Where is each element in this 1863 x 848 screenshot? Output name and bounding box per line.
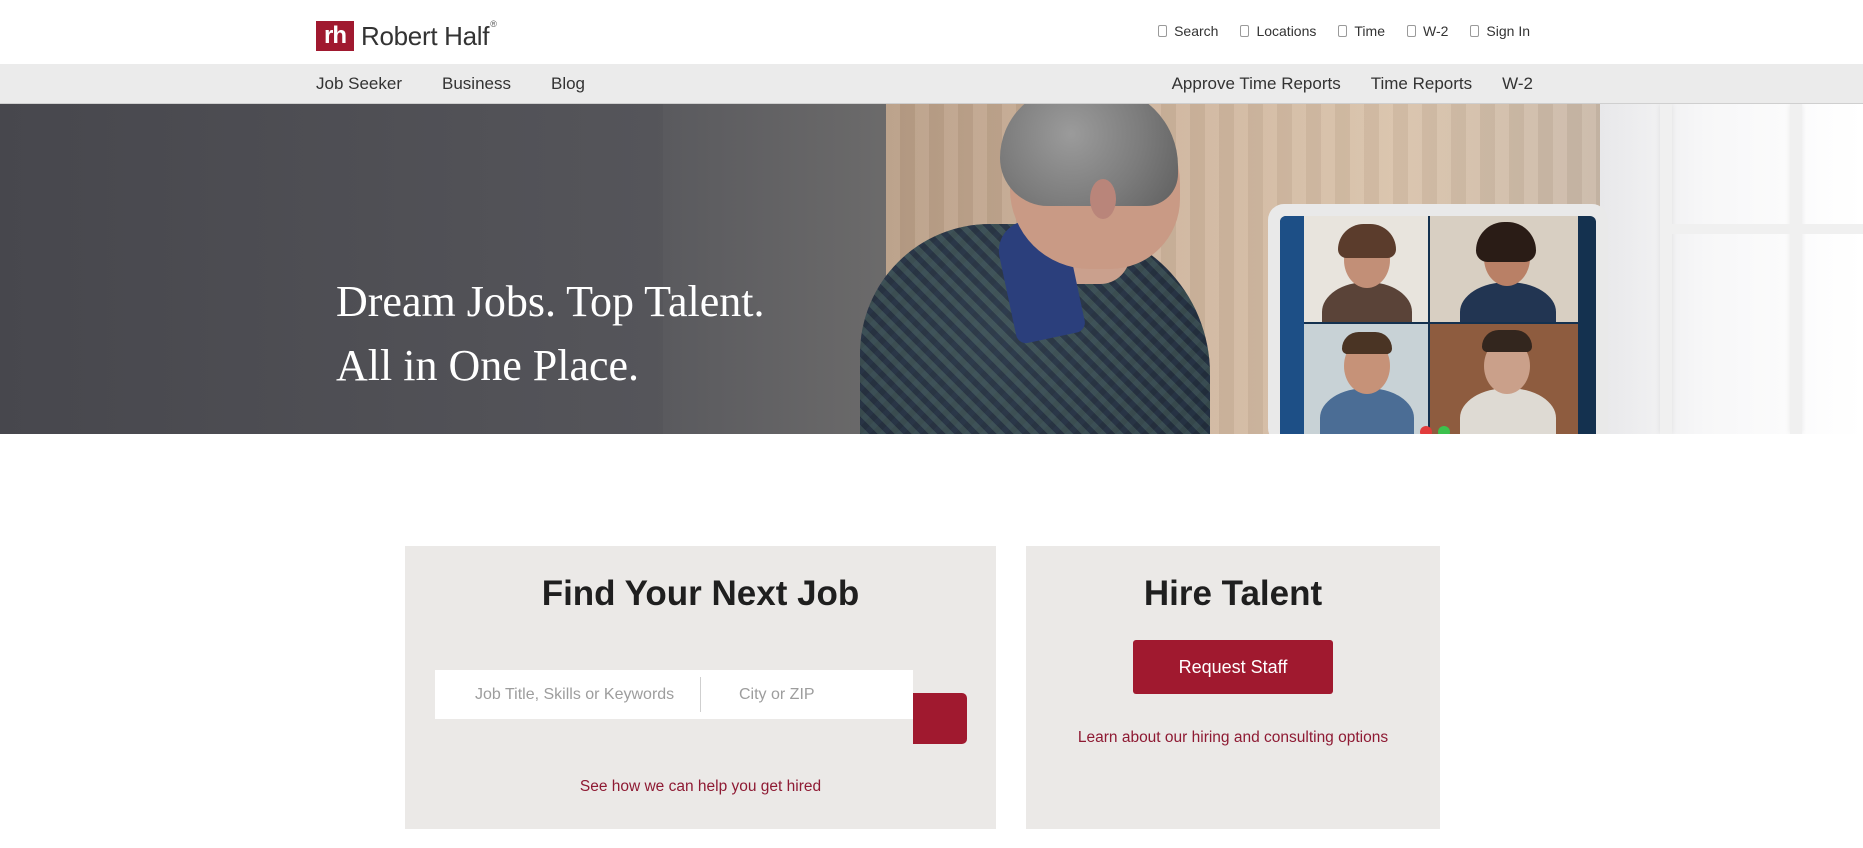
hire-talent-card: Hire Talent Request Staff Learn about ou… — [1026, 546, 1440, 829]
logo-wordmark: Robert Half® — [361, 18, 497, 51]
utility-w2-label: W-2 — [1422, 23, 1449, 39]
hero-headline-line-2: All in One Place. — [336, 341, 640, 390]
nav-blog[interactable]: Blog — [551, 74, 585, 94]
utility-search-link[interactable]: Search — [1158, 23, 1218, 39]
utility-time-label: Time — [1354, 23, 1385, 39]
search-icon — [1158, 25, 1168, 37]
clock-icon — [1338, 25, 1348, 37]
hero-person-hair — [1000, 104, 1178, 206]
window-frame — [1660, 224, 1863, 234]
utility-sign-in-link[interactable]: Sign In — [1470, 23, 1530, 39]
hero-window — [1600, 104, 1863, 434]
utility-time-link[interactable]: Time — [1338, 23, 1385, 39]
document-icon — [1406, 25, 1416, 37]
main-nav-left: Job Seeker Business Blog — [316, 64, 625, 104]
video-call-screen — [1280, 216, 1596, 434]
hiring-options-link[interactable]: Learn about our hiring and consulting op… — [1026, 729, 1440, 747]
video-participant-tile — [1430, 324, 1578, 434]
top-header: rh Robert Half® Search Locations Time W-… — [0, 0, 1863, 64]
end-call-icon — [1420, 426, 1432, 434]
utility-locations-link[interactable]: Locations — [1240, 23, 1316, 39]
utility-sign-in-label: Sign In — [1486, 23, 1530, 39]
find-job-title: Find Your Next Job — [541, 574, 860, 613]
keyword-input[interactable] — [435, 670, 700, 719]
window-frame — [1790, 104, 1802, 434]
location-input[interactable] — [701, 670, 911, 719]
robert-half-logo[interactable]: rh Robert Half® — [316, 18, 497, 52]
main-nav-right: Approve Time Reports Time Reports W-2 — [1142, 64, 1533, 104]
nav-business[interactable]: Business — [442, 74, 511, 94]
job-search-bar — [435, 670, 913, 719]
video-participant-tile — [1304, 324, 1428, 434]
hero-person-ear — [1090, 179, 1116, 219]
window-frame — [1660, 104, 1672, 434]
job-search-button[interactable] — [913, 693, 967, 744]
logo-mark: rh — [316, 21, 354, 51]
utility-nav: Search Locations Time W-2 Sign In — [1136, 23, 1530, 39]
utility-search-label: Search — [1174, 23, 1219, 39]
utility-w2-link[interactable]: W-2 — [1406, 23, 1449, 39]
hero-headline-line-1: Dream Jobs. Top Talent. — [336, 277, 765, 326]
main-nav: Job Seeker Business Blog Approve Time Re… — [0, 64, 1863, 104]
video-participant-tile — [1430, 216, 1578, 322]
nav-approve-time-reports[interactable]: Approve Time Reports — [1172, 74, 1341, 94]
get-hired-link[interactable]: See how we can help you get hired — [405, 778, 996, 796]
nav-w2[interactable]: W-2 — [1502, 74, 1533, 94]
hero-banner: Dream Jobs. Top Talent. All in One Place… — [0, 104, 1863, 434]
hire-talent-title: Hire Talent — [1143, 574, 1323, 613]
hero-video-call-monitor — [1268, 204, 1608, 434]
utility-locations-label: Locations — [1256, 23, 1317, 39]
video-participant-tile — [1304, 216, 1428, 322]
request-staff-button[interactable]: Request Staff — [1133, 640, 1333, 694]
location-pin-icon — [1240, 25, 1250, 37]
find-job-card: Find Your Next Job See how we can help y… — [405, 546, 996, 829]
hero-headline: Dream Jobs. Top Talent. All in One Place… — [336, 270, 764, 398]
answer-call-icon — [1438, 426, 1450, 434]
video-call-sidebar — [1280, 216, 1304, 434]
nav-job-seeker[interactable]: Job Seeker — [316, 74, 402, 94]
nav-time-reports[interactable]: Time Reports — [1371, 74, 1472, 94]
user-icon — [1470, 25, 1480, 37]
